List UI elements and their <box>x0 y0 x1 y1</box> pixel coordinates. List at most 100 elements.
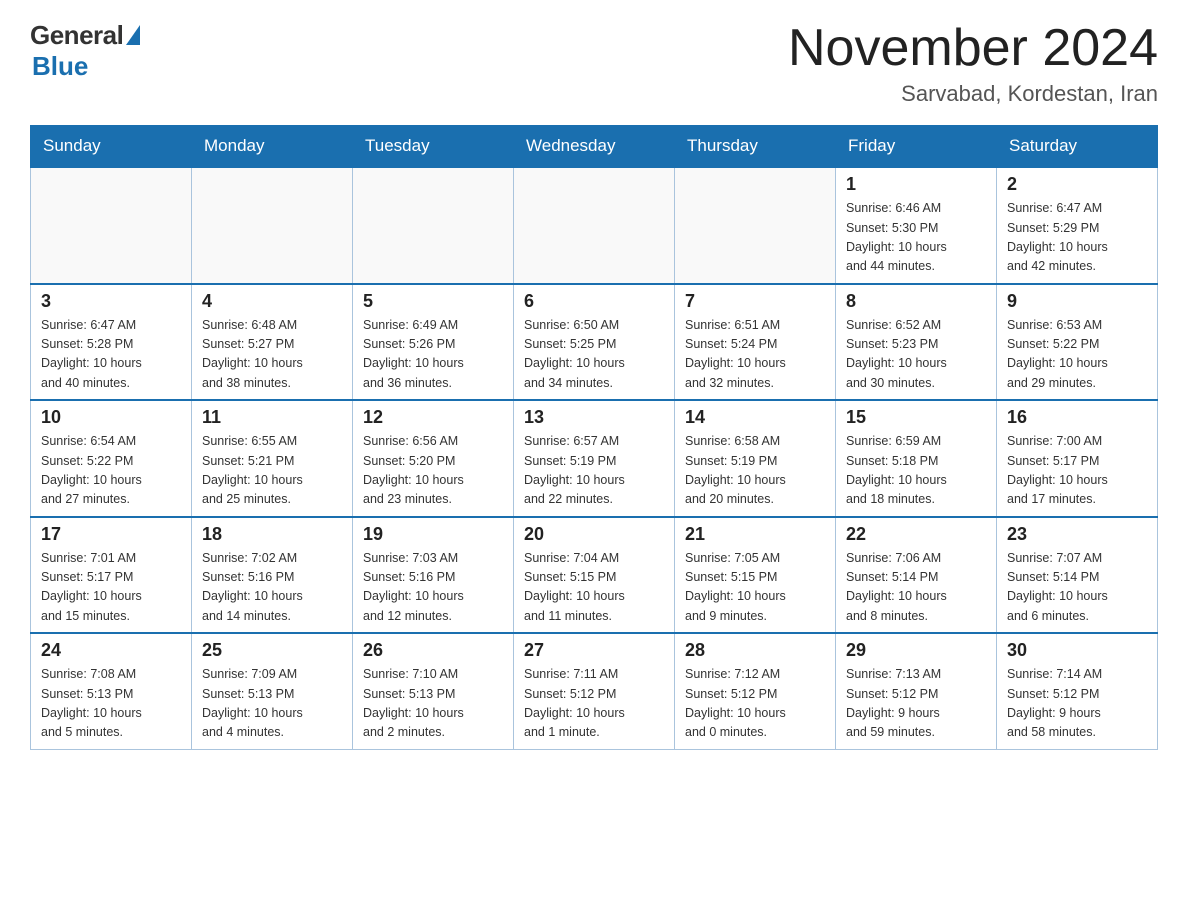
day-number: 23 <box>1007 524 1147 545</box>
calendar-cell: 30 Sunrise: 7:14 AMSunset: 5:12 PMDayligh… <box>997 633 1158 749</box>
day-number: 2 <box>1007 174 1147 195</box>
calendar-cell: 5 Sunrise: 6:49 AMSunset: 5:26 PMDaylight… <box>353 284 514 401</box>
day-number: 5 <box>363 291 503 312</box>
logo-blue-text: Blue <box>32 51 88 82</box>
day-number: 22 <box>846 524 986 545</box>
day-info: Sunrise: 6:51 AMSunset: 5:24 PMDaylight:… <box>685 316 825 394</box>
day-info: Sunrise: 7:14 AMSunset: 5:12 PMDaylight:… <box>1007 665 1147 743</box>
location-title: Sarvabad, Kordestan, Iran <box>788 81 1158 107</box>
day-number: 6 <box>524 291 664 312</box>
calendar-cell: 12 Sunrise: 6:56 AMSunset: 5:20 PMDayligh… <box>353 400 514 517</box>
day-info: Sunrise: 7:07 AMSunset: 5:14 PMDaylight:… <box>1007 549 1147 627</box>
calendar-week-row: 17 Sunrise: 7:01 AMSunset: 5:17 PMDayligh… <box>31 517 1158 634</box>
calendar-cell: 17 Sunrise: 7:01 AMSunset: 5:17 PMDayligh… <box>31 517 192 634</box>
calendar-body: 1Sunrise: 6:46 AMSunset: 5:30 PMDaylight… <box>31 167 1158 749</box>
weekday-header-sunday: Sunday <box>31 126 192 168</box>
calendar-cell: 3 Sunrise: 6:47 AMSunset: 5:28 PMDaylight… <box>31 284 192 401</box>
day-number: 29 <box>846 640 986 661</box>
calendar-cell: 20 Sunrise: 7:04 AMSunset: 5:15 PMDayligh… <box>514 517 675 634</box>
calendar-week-row: 10Sunrise: 6:54 AMSunset: 5:22 PMDayligh… <box>31 400 1158 517</box>
day-number: 11 <box>202 407 342 428</box>
page: General Blue November 2024 Sarvabad, Kor… <box>0 0 1188 770</box>
calendar-cell: 18 Sunrise: 7:02 AMSunset: 5:16 PMDayligh… <box>192 517 353 634</box>
day-info: Sunrise: 6:55 AMSunset: 5:21 PMDaylight:… <box>202 432 342 510</box>
day-info: Sunrise: 7:08 AMSunset: 5:13 PMDaylight:… <box>41 665 181 743</box>
calendar-cell: 2 Sunrise: 6:47 AMSunset: 5:29 PMDaylight… <box>997 167 1158 284</box>
day-info: Sunrise: 6:56 AMSunset: 5:20 PMDaylight:… <box>363 432 503 510</box>
logo-top: General <box>30 20 140 51</box>
day-number: 25 <box>202 640 342 661</box>
day-number: 3 <box>41 291 181 312</box>
logo-general-text: General <box>30 20 123 51</box>
day-number: 13 <box>524 407 664 428</box>
calendar-table: SundayMondayTuesdayWednesdayThursdayFrid… <box>30 125 1158 750</box>
day-info: Sunrise: 6:47 AMSunset: 5:29 PMDaylight:… <box>1007 199 1147 277</box>
day-info: Sunrise: 6:46 AMSunset: 5:30 PMDaylight:… <box>846 199 986 277</box>
calendar-cell: 10Sunrise: 6:54 AMSunset: 5:22 PMDayligh… <box>31 400 192 517</box>
day-info: Sunrise: 7:09 AMSunset: 5:13 PMDaylight:… <box>202 665 342 743</box>
logo-triangle-icon <box>126 25 140 45</box>
day-number: 12 <box>363 407 503 428</box>
day-info: Sunrise: 7:04 AMSunset: 5:15 PMDaylight:… <box>524 549 664 627</box>
day-number: 28 <box>685 640 825 661</box>
calendar-cell: 9Sunrise: 6:53 AMSunset: 5:22 PMDaylight… <box>997 284 1158 401</box>
calendar-week-row: 1Sunrise: 6:46 AMSunset: 5:30 PMDaylight… <box>31 167 1158 284</box>
calendar-week-row: 24 Sunrise: 7:08 AMSunset: 5:13 PMDayligh… <box>31 633 1158 749</box>
weekday-header-saturday: Saturday <box>997 126 1158 168</box>
day-number: 26 <box>363 640 503 661</box>
month-title: November 2024 <box>788 20 1158 77</box>
calendar-cell: 15 Sunrise: 6:59 AMSunset: 5:18 PMDayligh… <box>836 400 997 517</box>
calendar-week-row: 3 Sunrise: 6:47 AMSunset: 5:28 PMDaylight… <box>31 284 1158 401</box>
day-info: Sunrise: 6:59 AMSunset: 5:18 PMDaylight:… <box>846 432 986 510</box>
day-info: Sunrise: 6:47 AMSunset: 5:28 PMDaylight:… <box>41 316 181 394</box>
calendar-cell: 14Sunrise: 6:58 AMSunset: 5:19 PMDayligh… <box>675 400 836 517</box>
day-info: Sunrise: 6:57 AMSunset: 5:19 PMDaylight:… <box>524 432 664 510</box>
calendar-cell: 7Sunrise: 6:51 AMSunset: 5:24 PMDaylight… <box>675 284 836 401</box>
calendar-cell: 29 Sunrise: 7:13 AMSunset: 5:12 PMDayligh… <box>836 633 997 749</box>
day-number: 27 <box>524 640 664 661</box>
day-number: 15 <box>846 407 986 428</box>
day-info: Sunrise: 6:58 AMSunset: 5:19 PMDaylight:… <box>685 432 825 510</box>
header: General Blue November 2024 Sarvabad, Kor… <box>30 20 1158 107</box>
logo: General Blue <box>30 20 140 82</box>
calendar-cell: 23 Sunrise: 7:07 AMSunset: 5:14 PMDayligh… <box>997 517 1158 634</box>
day-number: 4 <box>202 291 342 312</box>
calendar-cell: 19 Sunrise: 7:03 AMSunset: 5:16 PMDayligh… <box>353 517 514 634</box>
day-number: 8 <box>846 291 986 312</box>
weekday-header-friday: Friday <box>836 126 997 168</box>
day-info: Sunrise: 7:06 AMSunset: 5:14 PMDaylight:… <box>846 549 986 627</box>
calendar-cell: 22 Sunrise: 7:06 AMSunset: 5:14 PMDayligh… <box>836 517 997 634</box>
calendar-cell: 16 Sunrise: 7:00 AMSunset: 5:17 PMDayligh… <box>997 400 1158 517</box>
day-info: Sunrise: 7:11 AMSunset: 5:12 PMDaylight:… <box>524 665 664 743</box>
day-number: 21 <box>685 524 825 545</box>
day-info: Sunrise: 6:54 AMSunset: 5:22 PMDaylight:… <box>41 432 181 510</box>
day-info: Sunrise: 7:05 AMSunset: 5:15 PMDaylight:… <box>685 549 825 627</box>
weekday-header-wednesday: Wednesday <box>514 126 675 168</box>
calendar-cell: 24 Sunrise: 7:08 AMSunset: 5:13 PMDayligh… <box>31 633 192 749</box>
day-info: Sunrise: 7:10 AMSunset: 5:13 PMDaylight:… <box>363 665 503 743</box>
calendar-cell: 1Sunrise: 6:46 AMSunset: 5:30 PMDaylight… <box>836 167 997 284</box>
day-info: Sunrise: 7:02 AMSunset: 5:16 PMDaylight:… <box>202 549 342 627</box>
calendar-cell <box>192 167 353 284</box>
day-number: 17 <box>41 524 181 545</box>
calendar-cell: 26 Sunrise: 7:10 AMSunset: 5:13 PMDayligh… <box>353 633 514 749</box>
day-info: Sunrise: 6:48 AMSunset: 5:27 PMDaylight:… <box>202 316 342 394</box>
weekday-header-row: SundayMondayTuesdayWednesdayThursdayFrid… <box>31 126 1158 168</box>
calendar-cell <box>31 167 192 284</box>
day-info: Sunrise: 7:13 AMSunset: 5:12 PMDaylight:… <box>846 665 986 743</box>
day-number: 16 <box>1007 407 1147 428</box>
day-info: Sunrise: 7:00 AMSunset: 5:17 PMDaylight:… <box>1007 432 1147 510</box>
day-number: 19 <box>363 524 503 545</box>
day-number: 30 <box>1007 640 1147 661</box>
weekday-header-thursday: Thursday <box>675 126 836 168</box>
calendar-cell: 11 Sunrise: 6:55 AMSunset: 5:21 PMDayligh… <box>192 400 353 517</box>
day-info: Sunrise: 7:03 AMSunset: 5:16 PMDaylight:… <box>363 549 503 627</box>
day-info: Sunrise: 6:49 AMSunset: 5:26 PMDaylight:… <box>363 316 503 394</box>
weekday-header-monday: Monday <box>192 126 353 168</box>
day-info: Sunrise: 7:01 AMSunset: 5:17 PMDaylight:… <box>41 549 181 627</box>
calendar-cell: 25 Sunrise: 7:09 AMSunset: 5:13 PMDayligh… <box>192 633 353 749</box>
day-number: 24 <box>41 640 181 661</box>
day-number: 18 <box>202 524 342 545</box>
weekday-header-tuesday: Tuesday <box>353 126 514 168</box>
day-number: 20 <box>524 524 664 545</box>
